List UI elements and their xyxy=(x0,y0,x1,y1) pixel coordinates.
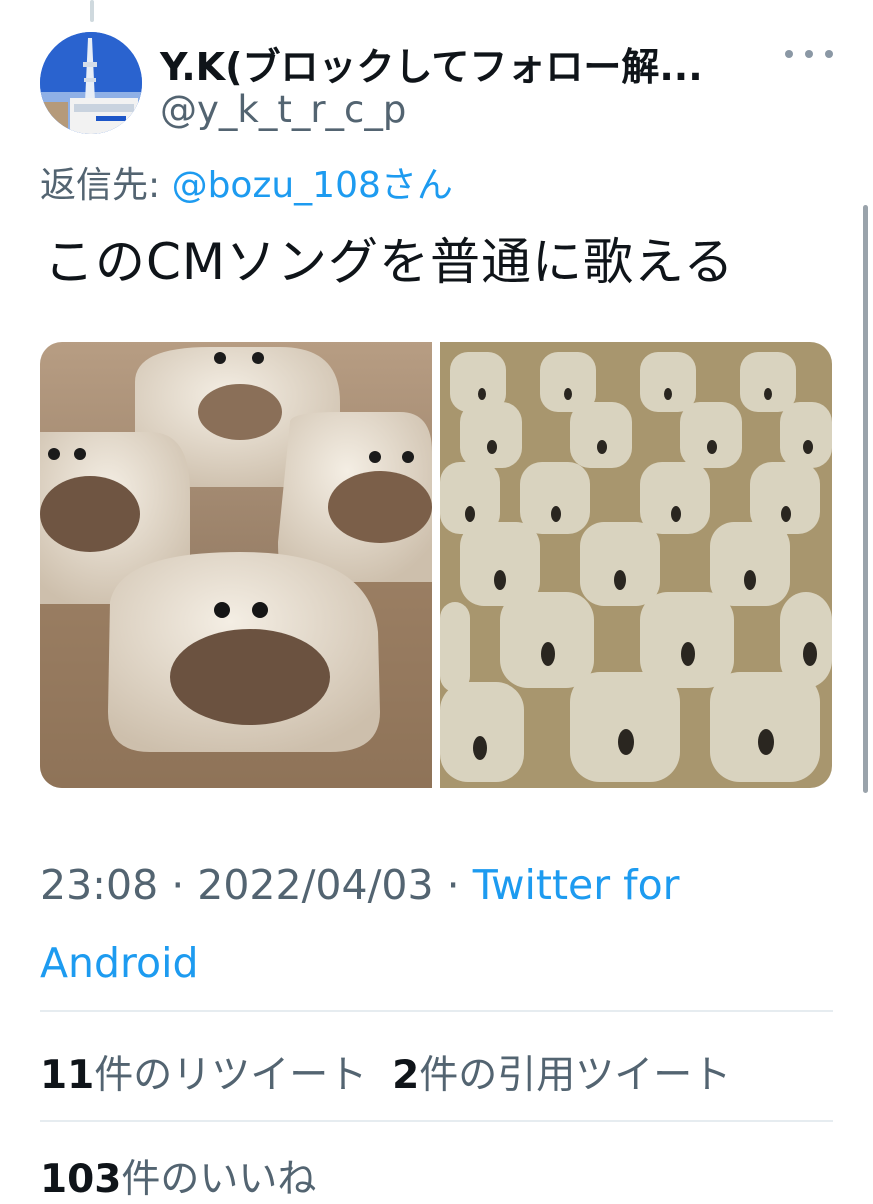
thread-line xyxy=(90,0,94,22)
scrollbar[interactable] xyxy=(863,205,868,793)
tweet-date[interactable]: 2022/04/03 xyxy=(197,861,433,909)
divider xyxy=(40,1120,833,1122)
image-blob-closeup[interactable] xyxy=(40,342,432,788)
retweet-label: 件のリツイート xyxy=(94,1053,368,1098)
media-grid xyxy=(40,342,832,788)
tweet-meta: 23:08 · 2022/04/03 · Twitter for Android xyxy=(40,861,680,987)
likes-stats[interactable]: 103件のいいね xyxy=(40,1148,316,1204)
quote-label: 件の引用ツイート xyxy=(419,1053,732,1098)
tweet-text: このCMソングを普通に歌える xyxy=(44,233,735,291)
retweets-link[interactable]: 11件のリツイート xyxy=(40,1053,367,1098)
quotes-link[interactable]: 2件の引用ツイート xyxy=(392,1053,731,1098)
image-blob-crowd[interactable] xyxy=(440,342,832,788)
dot xyxy=(805,50,813,58)
tweet-time[interactable]: 23:08 xyxy=(40,861,158,909)
reply-to: 返信先: @bozu_108さん xyxy=(40,156,453,208)
like-label: 件のいいね xyxy=(121,1157,317,1202)
dot xyxy=(825,50,833,58)
divider xyxy=(40,1010,833,1012)
retweet-quote-stats: 11件のリツイート 2件の引用ツイート xyxy=(40,1044,731,1100)
retweet-count: 11 xyxy=(40,1053,95,1098)
reply-mention-link[interactable]: @bozu_108さん xyxy=(172,165,453,206)
more-icon[interactable] xyxy=(785,44,833,64)
dot xyxy=(785,50,793,58)
display-name[interactable]: Y.K(ブロックしてフォロー解... xyxy=(160,36,703,91)
like-count: 103 xyxy=(40,1157,122,1202)
avatar[interactable] xyxy=(40,32,142,134)
reply-prefix: 返信先: xyxy=(40,165,172,206)
user-handle[interactable]: @y_k_t_r_c_p xyxy=(160,88,406,131)
quote-count: 2 xyxy=(392,1053,420,1098)
